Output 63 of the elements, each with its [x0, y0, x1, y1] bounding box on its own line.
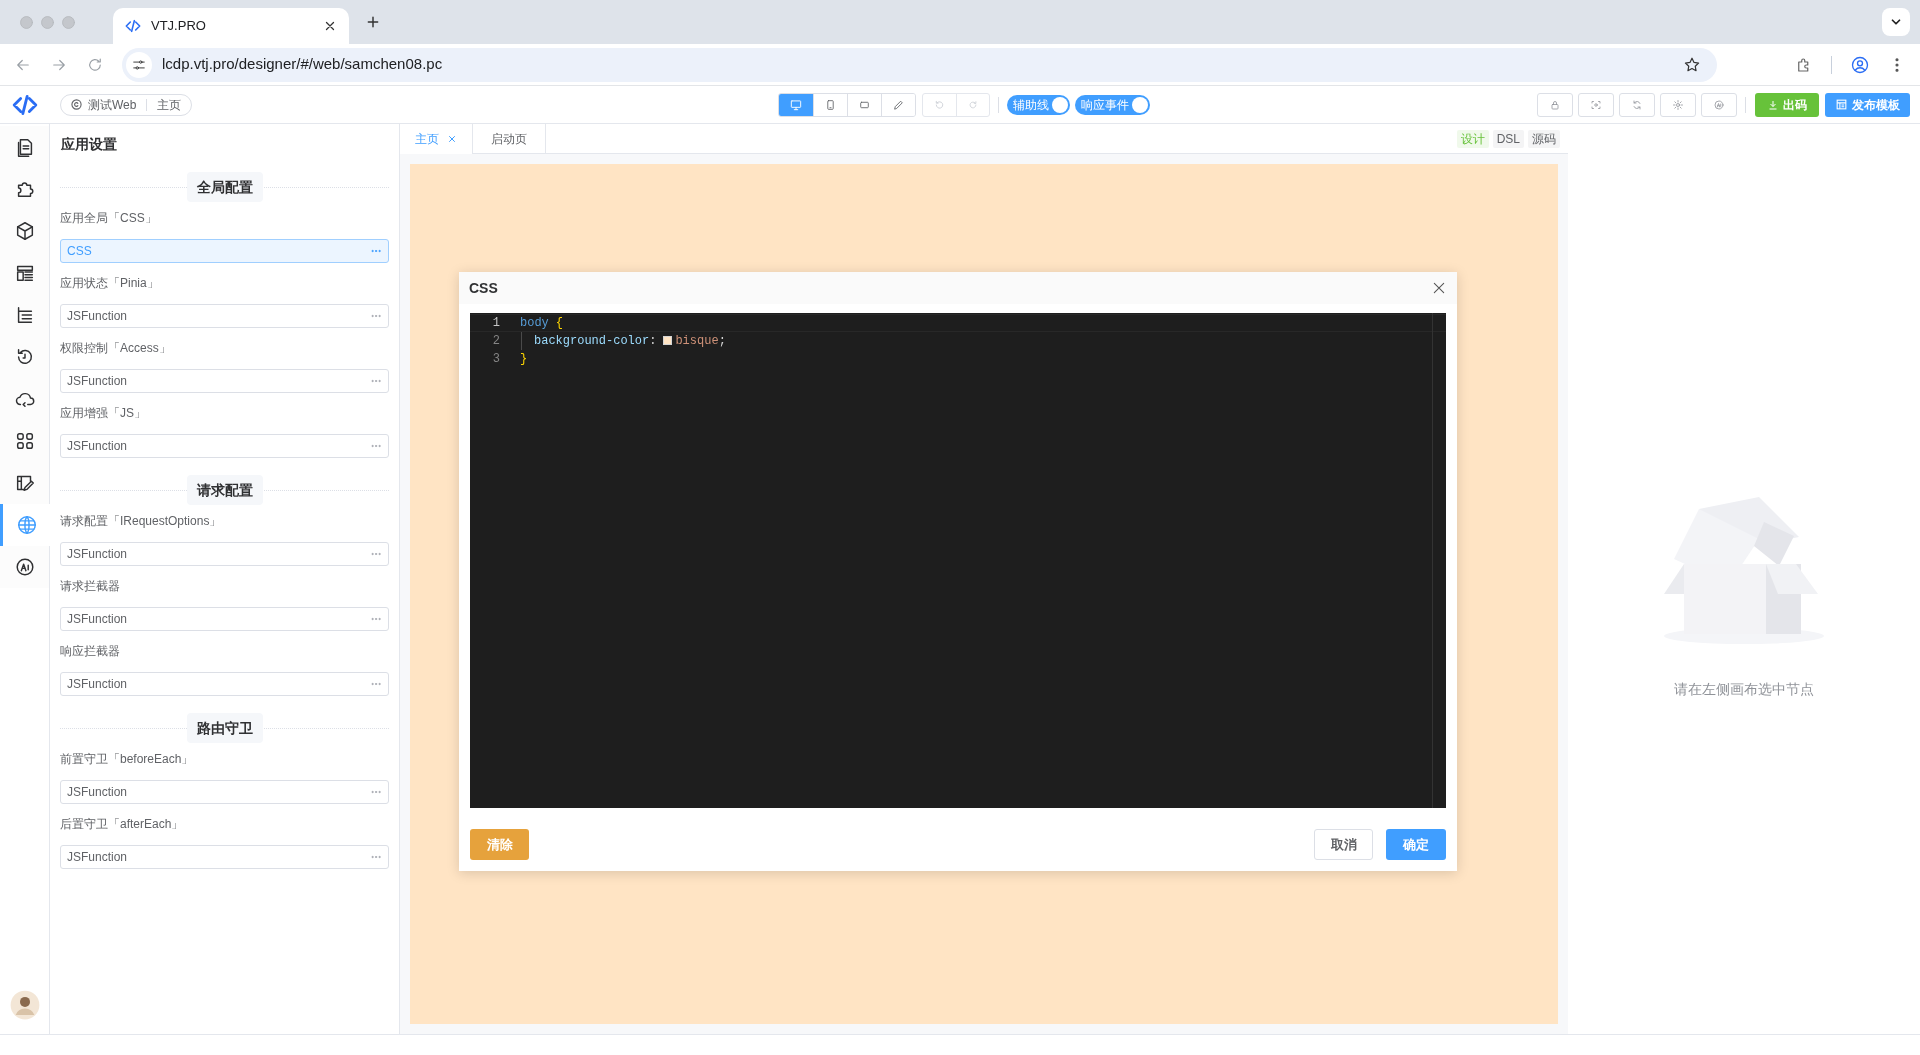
input-field[interactable]: JSFunction [60, 780, 389, 804]
template-icon [1835, 98, 1848, 111]
window-control-icon[interactable] [41, 15, 54, 29]
code-line: body { [520, 315, 563, 332]
browser-tab[interactable]: VTJ.PRO [113, 8, 349, 44]
input-field[interactable]: JSFunction [60, 607, 389, 631]
input-field[interactable]: JSFunction [60, 542, 389, 566]
reload-icon[interactable] [86, 55, 104, 74]
refresh-icon[interactable] [1619, 92, 1655, 117]
section-heading: 请求配置 [186, 475, 263, 505]
copyright-icon [71, 99, 82, 110]
input-field[interactable]: JSFunction [60, 845, 389, 869]
desktop-icon[interactable] [779, 93, 814, 116]
code-line: background-color: bisque; [521, 332, 726, 350]
panel-title: 应用设置 [61, 135, 118, 154]
field-label: 应用全局「CSS」 [60, 210, 158, 227]
field-label: 应用状态「Pinia」 [60, 275, 160, 292]
field-label: 应用增强「JS」 [60, 405, 147, 422]
breadcrumb-item[interactable]: 测试Web [88, 95, 137, 114]
address-bar[interactable]: lcdp.vtj.pro/designer/#/web/samchen08.pc [122, 47, 1717, 82]
tab-title: VTJ.PRO [151, 17, 207, 36]
empty-state-text: 请在左侧画布选中节点 [1674, 680, 1814, 699]
cancel-button[interactable]: 取消 [1314, 829, 1373, 860]
settings-icon[interactable] [1660, 92, 1696, 117]
field-label: 前置守卫「beforeEach」 [60, 751, 195, 768]
star-icon[interactable] [1683, 55, 1701, 74]
code-line: } [520, 351, 528, 368]
view-mode-tab[interactable]: DSL [1492, 129, 1524, 148]
url-text: lcdp.vtj.pro/designer/#/web/samchen08.pc [162, 54, 444, 75]
section-heading: 路由守卫 [186, 713, 263, 743]
site-settings-icon[interactable] [126, 51, 152, 78]
preview-icon[interactable] [1578, 92, 1614, 117]
field-label: 响应拦截器 [60, 643, 121, 660]
avatar-icon[interactable] [9, 990, 40, 1020]
close-icon[interactable] [323, 19, 337, 33]
input-field[interactable]: JSFunction [60, 304, 389, 328]
dialog-title: CSS [469, 278, 499, 298]
line-number: 3 [491, 351, 500, 368]
close-icon[interactable] [1431, 280, 1447, 296]
field-label: 请求拦截器 [60, 578, 121, 595]
line-number: 2 [491, 333, 500, 350]
pencil-icon[interactable] [881, 93, 916, 116]
globe-icon [15, 514, 38, 536]
new-tab-icon[interactable] [365, 14, 381, 30]
code-editor[interactable]: 1 body { 2 background-color: bisque; 3 } [470, 313, 1446, 808]
lock-icon[interactable] [1537, 92, 1573, 117]
field-label: 请求配置「IRequestOptions」 [60, 513, 223, 530]
field-label: 权限控制「Access」 [60, 340, 172, 357]
tab-list-icon[interactable] [1882, 8, 1910, 36]
line-number: 1 [491, 315, 500, 332]
section-heading: 全局配置 [186, 172, 263, 202]
input-field[interactable]: JSFunction [60, 369, 389, 393]
breadcrumb-item[interactable]: 主页 [157, 95, 182, 114]
input-field[interactable]: JSFunction [60, 434, 389, 458]
window-control-icon[interactable] [62, 15, 75, 29]
input-field[interactable]: JSFunction [60, 672, 389, 696]
ai-icon[interactable] [1701, 92, 1737, 117]
code-icon [125, 18, 141, 34]
profile-icon[interactable] [1850, 54, 1870, 75]
download-icon [1767, 98, 1779, 111]
window-control-icon[interactable] [20, 15, 33, 29]
view-mode-tab[interactable]: 源码 [1528, 129, 1560, 148]
field-label: 后置守卫「afterEach」 [60, 816, 185, 833]
